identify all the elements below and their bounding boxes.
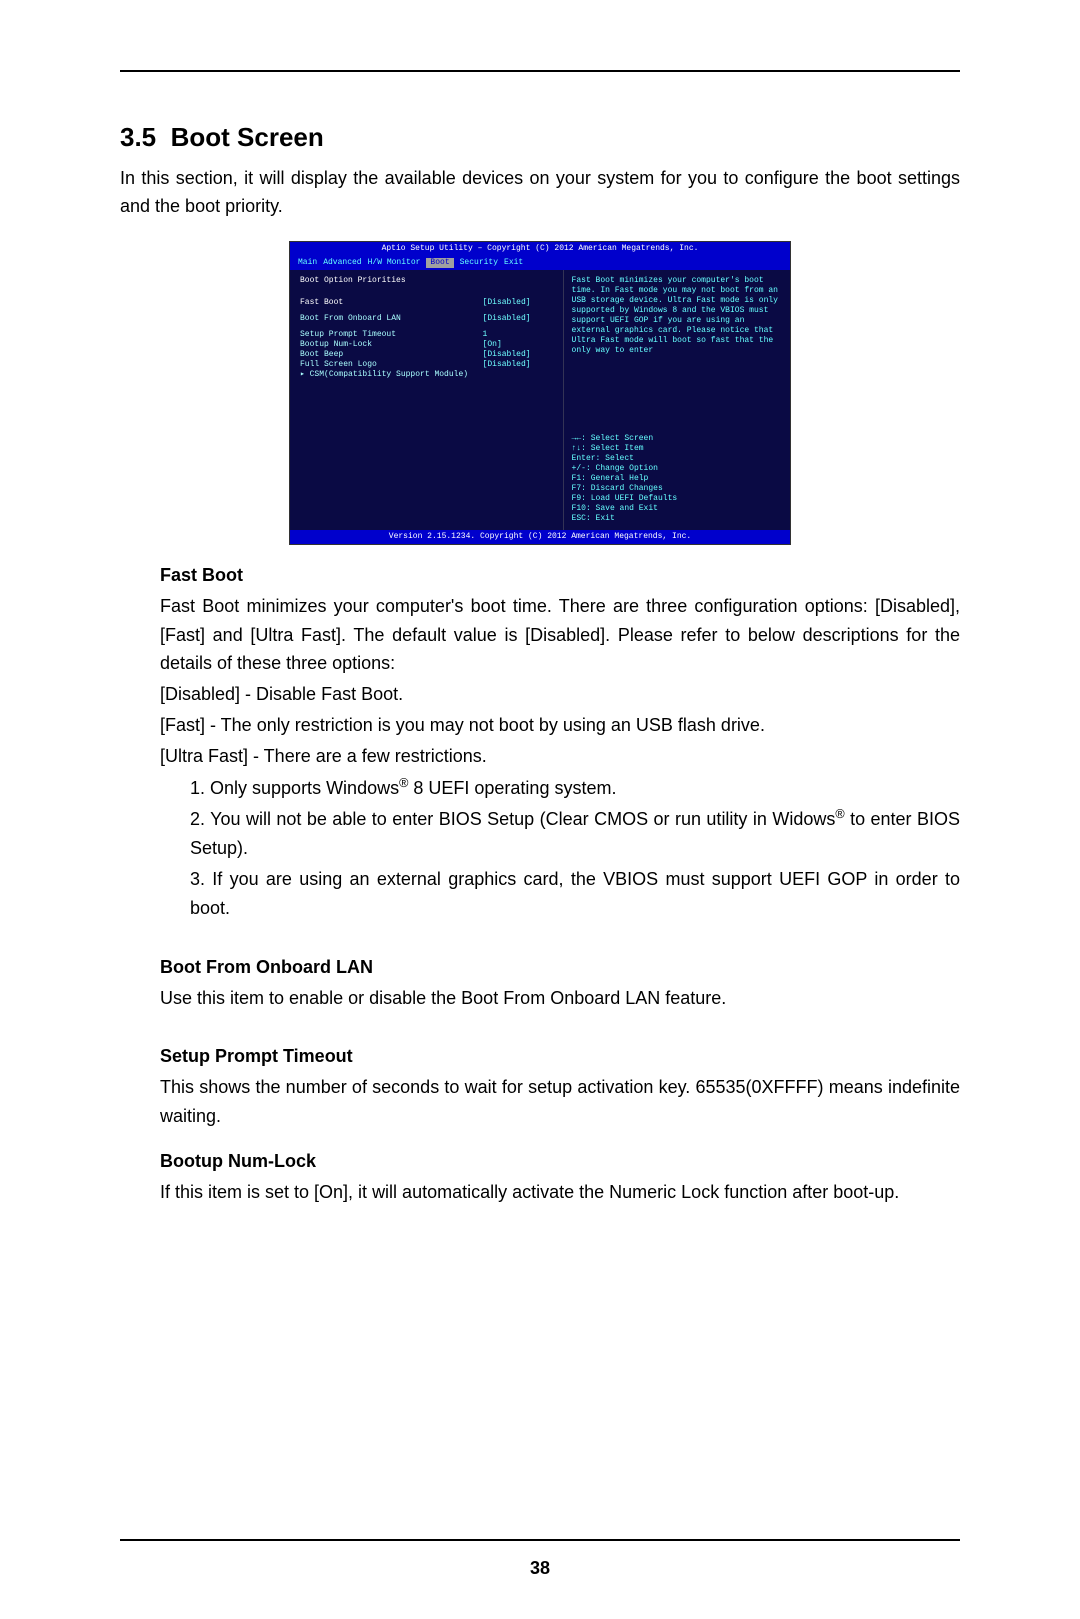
bios-body: Boot Option Priorities Fast Boot [Disabl… xyxy=(290,270,790,530)
paragraph: Fast Boot minimizes your computer's boot… xyxy=(160,592,960,678)
bios-item: Setup Prompt Timeout 1 xyxy=(300,330,553,340)
bios-help-text: Fast Boot minimizes your computer's boot… xyxy=(572,276,782,356)
bios-item-value: [Disabled] xyxy=(483,350,553,360)
bios-item-label: Setup Prompt Timeout xyxy=(300,330,483,340)
bios-menu-hwmonitor: H/W Monitor xyxy=(368,258,421,268)
bios-left-header: Boot Option Priorities xyxy=(300,276,553,286)
bios-nav-help: →←: Select Screen ↑↓: Select Item Enter:… xyxy=(572,434,782,524)
page: 3.5 Boot Screen In this section, it will… xyxy=(0,0,1080,1619)
paragraph: [Ultra Fast] - There are a few restricti… xyxy=(160,742,960,771)
bios-item-label: ▸ CSM(Compatibility Support Module) xyxy=(300,370,483,380)
bios-menu-main: Main xyxy=(298,258,317,268)
entry-body: If this item is set to [On], it will aut… xyxy=(160,1178,960,1207)
bios-nav-line: F7: Discard Changes xyxy=(572,484,782,494)
bios-item-label: Boot From Onboard LAN xyxy=(300,314,483,324)
entry-body: This shows the number of seconds to wait… xyxy=(160,1073,960,1131)
bios-item: Boot From Onboard LAN [Disabled] xyxy=(300,314,553,324)
restriction-list: 1. Only supports Windows® 8 UEFI operati… xyxy=(190,773,960,923)
bottom-rule xyxy=(120,1539,960,1541)
bios-nav-line: ↑↓: Select Item xyxy=(572,444,782,454)
bios-nav-line: F9: Load UEFI Defaults xyxy=(572,494,782,504)
bios-menu-boot: Boot xyxy=(426,258,453,268)
bios-item-label: Bootup Num-Lock xyxy=(300,340,483,350)
paragraph: If this item is set to [On], it will aut… xyxy=(160,1178,960,1207)
bios-right-pane: Fast Boot minimizes your computer's boot… xyxy=(563,270,790,530)
bios-left-pane: Boot Option Priorities Fast Boot [Disabl… xyxy=(290,270,563,530)
bios-item-value: [Disabled] xyxy=(483,298,553,308)
bios-item-value: [Disabled] xyxy=(483,360,553,370)
entry-title: Bootup Num-Lock xyxy=(160,1151,960,1172)
bios-item-label: Full Screen Logo xyxy=(300,360,483,370)
paragraph: Use this item to enable or disable the B… xyxy=(160,984,960,1013)
bios-item-value: 1 xyxy=(483,330,553,340)
list-item: 2. You will not be able to enter BIOS Se… xyxy=(190,804,960,863)
bios-item-label: Boot Beep xyxy=(300,350,483,360)
paragraph: [Disabled] - Disable Fast Boot. xyxy=(160,680,960,709)
list-item: 1. Only supports Windows® 8 UEFI operati… xyxy=(190,773,960,803)
bios-nav-line: →←: Select Screen xyxy=(572,434,782,444)
reg-mark: ® xyxy=(399,776,408,790)
bios-title: Aptio Setup Utility – Copyright (C) 2012… xyxy=(290,242,790,256)
bios-menu-security: Security xyxy=(460,258,498,268)
entry-title: Setup Prompt Timeout xyxy=(160,1046,960,1067)
entry-numlock: Bootup Num-Lock If this item is set to [… xyxy=(120,1151,960,1207)
bios-nav-line: ESC: Exit xyxy=(572,514,782,524)
reg-mark: ® xyxy=(835,807,844,821)
intro-paragraph: In this section, it will display the ava… xyxy=(120,165,960,221)
entry-fast-boot: Fast Boot Fast Boot minimizes your compu… xyxy=(120,565,960,923)
bios-item-label: Fast Boot xyxy=(300,298,483,308)
bios-footer: Version 2.15.1234. Copyright (C) 2012 Am… xyxy=(290,530,790,544)
bios-screenshot: Aptio Setup Utility – Copyright (C) 2012… xyxy=(289,241,791,545)
page-number: 38 xyxy=(0,1558,1080,1579)
paragraph: [Fast] - The only restriction is you may… xyxy=(160,711,960,740)
section-title: 3.5 Boot Screen xyxy=(120,122,960,153)
entry-onboard-lan: Boot From Onboard LAN Use this item to e… xyxy=(120,957,960,1013)
bios-menu: Main Advanced H/W Monitor Boot Security … xyxy=(290,256,790,270)
bios-nav-line: Enter: Select xyxy=(572,454,782,464)
bios-item: Bootup Num-Lock [On] xyxy=(300,340,553,350)
bios-nav-line: +/-: Change Option xyxy=(572,464,782,474)
bios-item: Boot Beep [Disabled] xyxy=(300,350,553,360)
bios-item-value xyxy=(483,370,553,380)
bios-item-value: [Disabled] xyxy=(483,314,553,324)
bios-item: Full Screen Logo [Disabled] xyxy=(300,360,553,370)
entry-prompt-timeout: Setup Prompt Timeout This shows the numb… xyxy=(120,1046,960,1131)
bios-item: Fast Boot [Disabled] xyxy=(300,298,553,308)
entry-title: Boot From Onboard LAN xyxy=(160,957,960,978)
bios-nav-line: F1: General Help xyxy=(572,474,782,484)
paragraph: This shows the number of seconds to wait… xyxy=(160,1073,960,1131)
bios-nav-line: F10: Save and Exit xyxy=(572,504,782,514)
section-number: 3.5 xyxy=(120,122,156,152)
bios-item-value: [On] xyxy=(483,340,553,350)
top-rule xyxy=(120,70,960,72)
list-item: 3. If you are using an external graphics… xyxy=(190,865,960,923)
bios-menu-exit: Exit xyxy=(504,258,523,268)
entry-title: Fast Boot xyxy=(160,565,960,586)
entry-body: Fast Boot minimizes your computer's boot… xyxy=(160,592,960,923)
bios-menu-advanced: Advanced xyxy=(323,258,361,268)
entry-body: Use this item to enable or disable the B… xyxy=(160,984,960,1013)
bios-item: ▸ CSM(Compatibility Support Module) xyxy=(300,370,553,380)
section-name: Boot Screen xyxy=(171,122,324,152)
